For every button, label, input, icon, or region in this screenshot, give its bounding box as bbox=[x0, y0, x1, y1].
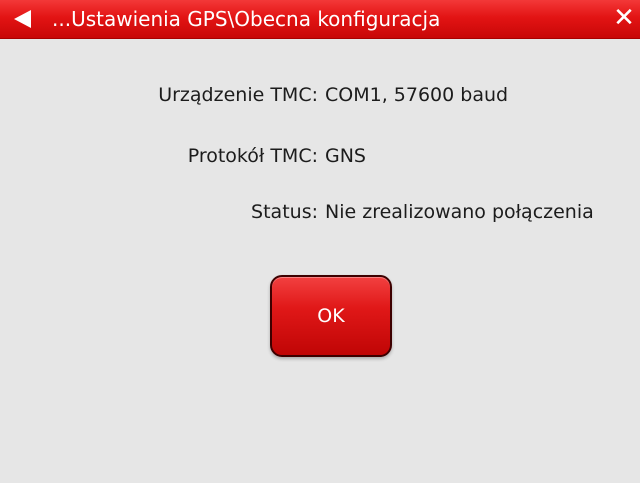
window-title: ...Ustawienia GPS\Obecna konfiguracja bbox=[52, 7, 441, 31]
close-icon[interactable]: ✕ bbox=[612, 5, 636, 31]
tmc-device-value: COM1, 57600 baud bbox=[325, 84, 509, 106]
config-row-tmc-protocol: Protokół TMC: GNS bbox=[0, 143, 640, 169]
tmc-protocol-value: GNS bbox=[325, 145, 366, 167]
ok-button[interactable]: OK bbox=[270, 275, 392, 357]
status-value: Nie zrealizowano połączenia bbox=[325, 201, 594, 223]
tmc-device-label: Urządzenie TMC: bbox=[158, 84, 318, 106]
title-bar: ...Ustawienia GPS\Obecna konfiguracja ✕ bbox=[0, 0, 640, 39]
config-row-tmc-device: Urządzenie TMC: COM1, 57600 baud bbox=[0, 82, 640, 108]
status-label: Status: bbox=[251, 201, 318, 223]
config-row-status: Status: Nie zrealizowano połączenia bbox=[0, 199, 640, 225]
tmc-protocol-label: Protokół TMC: bbox=[187, 145, 318, 167]
back-arrow-icon[interactable] bbox=[14, 10, 31, 28]
